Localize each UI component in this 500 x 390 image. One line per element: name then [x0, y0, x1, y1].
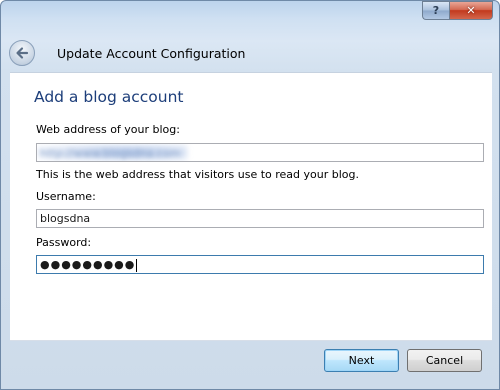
page-title: Add a blog account — [34, 88, 184, 106]
password-label: Password: — [36, 236, 92, 249]
titlebar-buttons: ? ✕ — [422, 1, 493, 20]
username-input[interactable]: blogsdna — [36, 209, 484, 228]
cancel-button[interactable]: Cancel — [407, 349, 482, 372]
web-address-value: http://www.blogsdna.com — [40, 147, 181, 160]
cancel-button-label: Cancel — [425, 354, 464, 367]
back-button[interactable] — [9, 40, 35, 66]
username-value: blogsdna — [40, 212, 91, 225]
back-arrow-icon — [16, 47, 29, 59]
password-value: ●●●●●●●●● — [40, 258, 136, 271]
username-label: Username: — [36, 190, 96, 203]
dialog-window: ? ✕ Update Account Configuration Add a b… — [0, 0, 500, 390]
password-input[interactable]: ●●●●●●●●● — [36, 255, 484, 274]
web-address-hint: This is the web address that visitors us… — [36, 168, 359, 181]
close-button[interactable]: ✕ — [449, 1, 493, 20]
dialog-title: Update Account Configuration — [57, 45, 246, 61]
next-button[interactable]: Next — [324, 349, 399, 372]
text-caret — [136, 258, 138, 272]
web-address-label: Web address of your blog: — [36, 123, 180, 136]
next-button-label: Next — [348, 354, 375, 367]
dialog-header: Update Account Configuration — [9, 34, 245, 72]
content-panel: Add a blog account Web address of your b… — [10, 72, 492, 341]
help-button[interactable]: ? — [422, 1, 449, 20]
web-address-input[interactable]: http://www.blogsdna.com — [36, 143, 484, 162]
